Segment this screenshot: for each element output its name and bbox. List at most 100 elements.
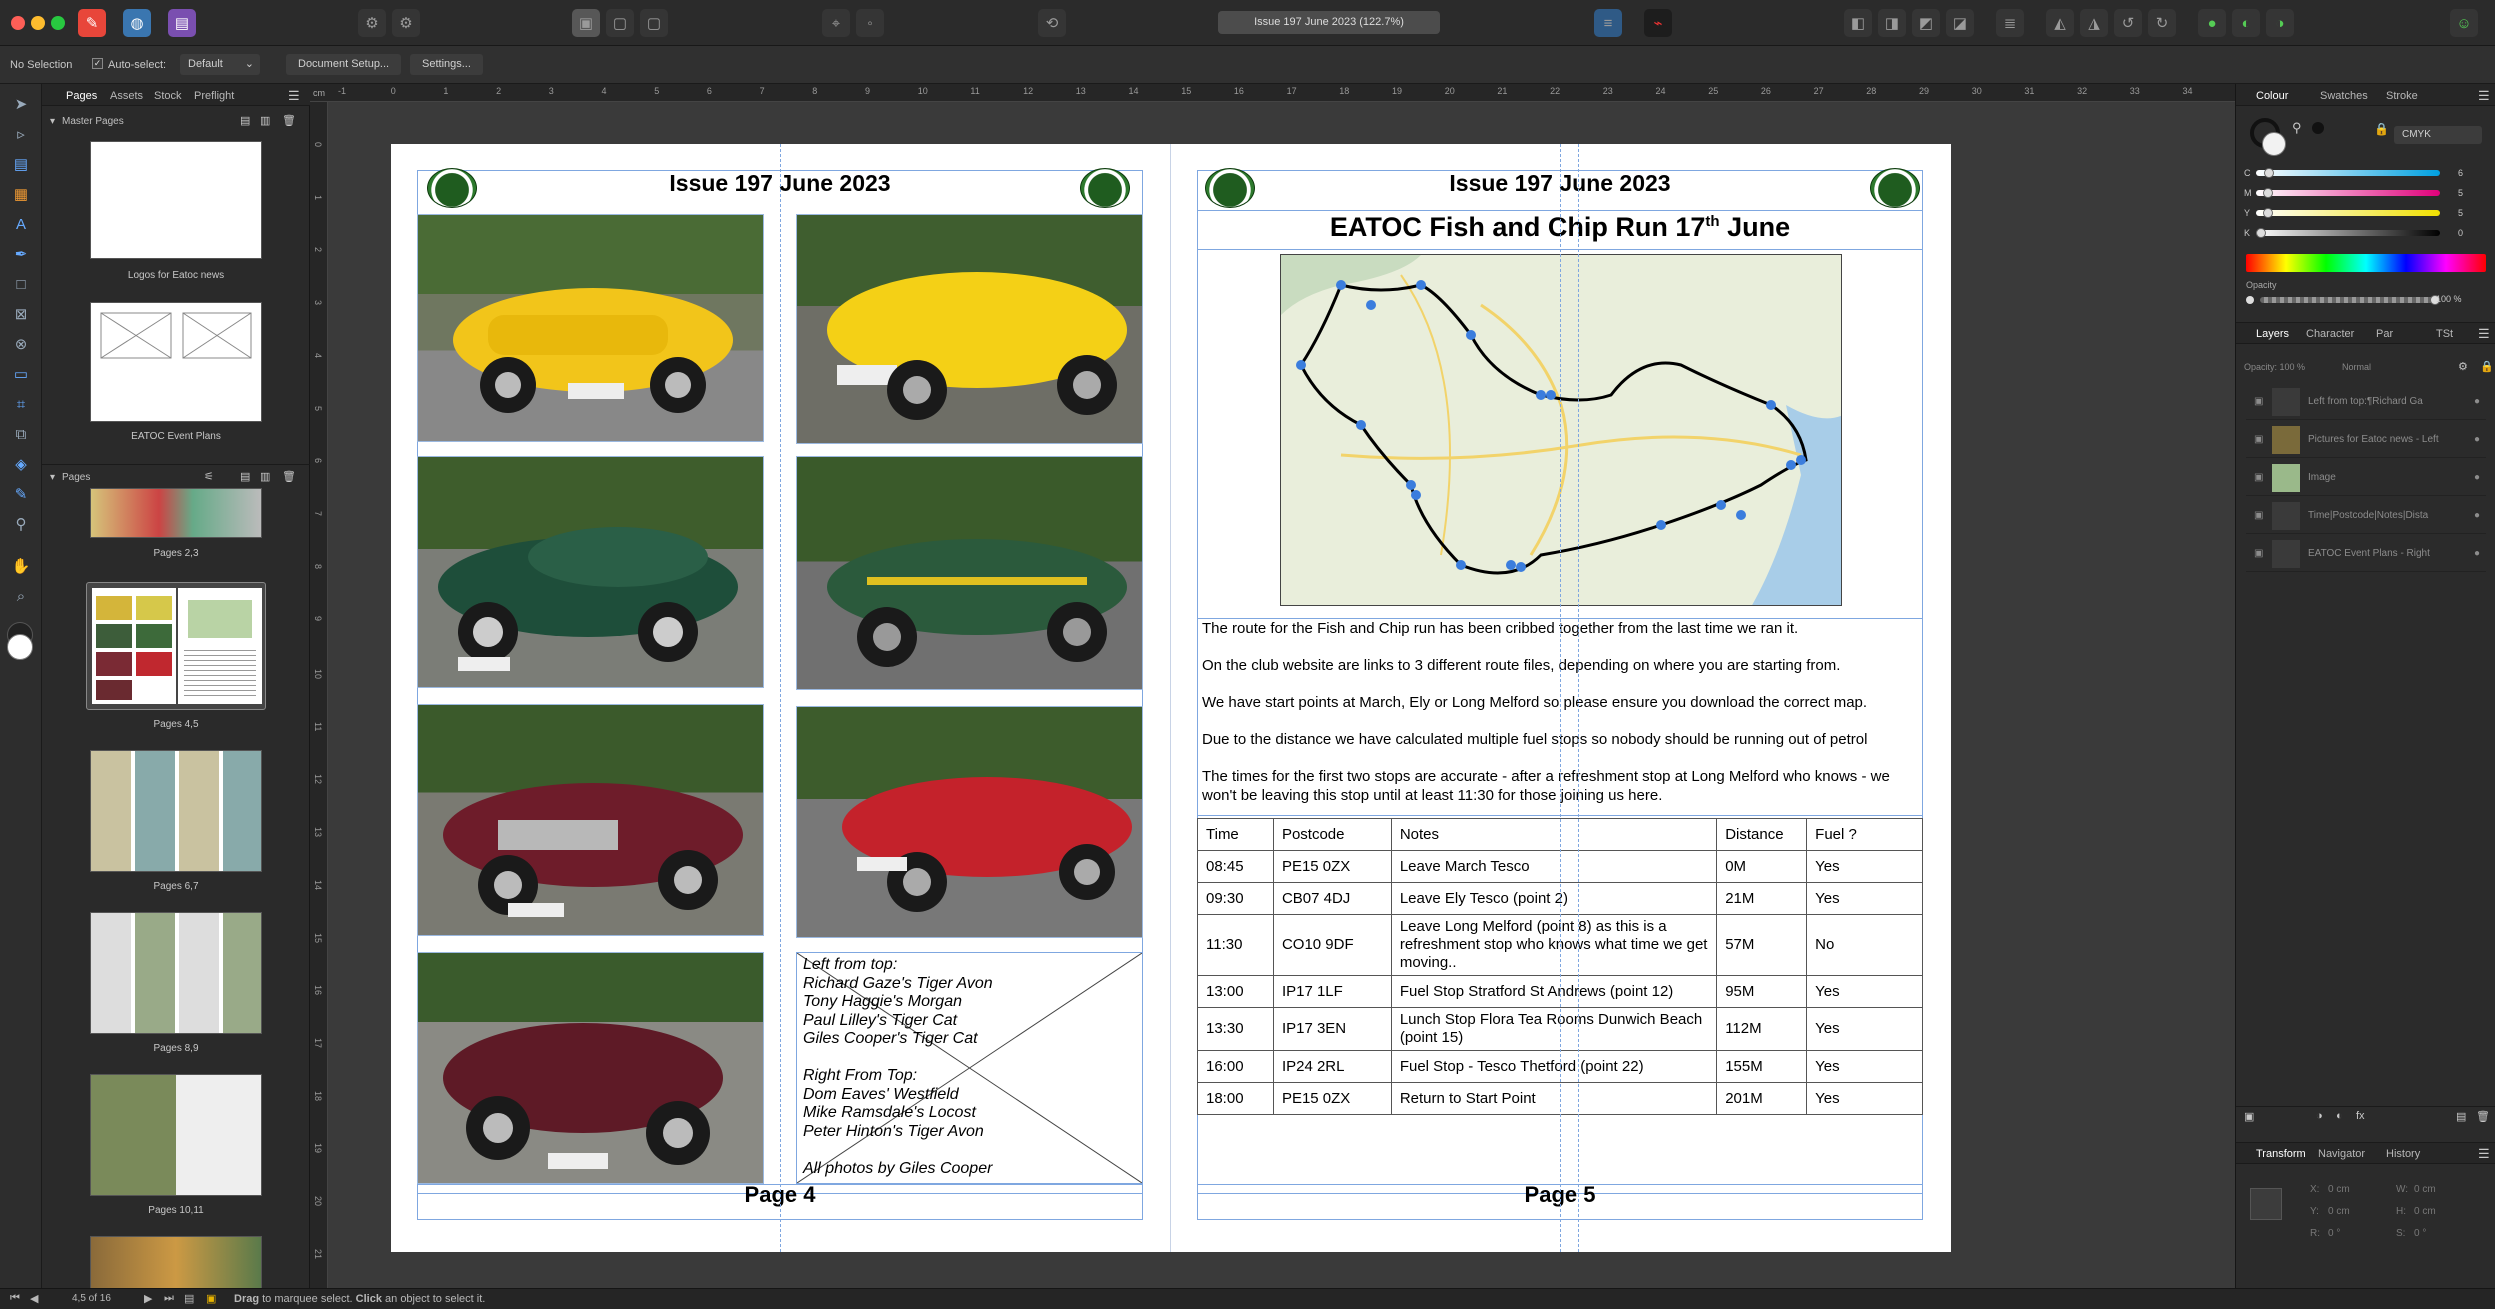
autoselect-checkbox[interactable]: ✓ xyxy=(92,58,103,69)
snap-icon[interactable]: ◦ xyxy=(856,9,884,37)
layer-visible-dot[interactable]: ● xyxy=(2474,434,2480,445)
lock-icon[interactable]: 🔒 xyxy=(2374,122,2389,136)
layer-visible-dot[interactable]: ● xyxy=(2474,472,2480,483)
add-page-icon[interactable]: ▤ xyxy=(240,470,250,483)
bleed-mode-icon[interactable]: ▢ xyxy=(640,9,668,37)
tab-colour[interactable]: Colour xyxy=(2256,90,2288,102)
document-setup-button[interactable]: Document Setup... xyxy=(286,54,402,75)
page-view-icon[interactable]: ▤ xyxy=(184,1292,194,1305)
table-cell[interactable]: Yes xyxy=(1806,882,1923,915)
table-cell[interactable]: No xyxy=(1806,914,1923,976)
opacity-knob[interactable] xyxy=(2246,296,2254,304)
photo-persona-icon[interactable]: ◍ xyxy=(123,9,151,37)
hand-tool-icon[interactable]: ✋ xyxy=(9,554,33,578)
duplicate-page-icon[interactable]: ▥ xyxy=(260,470,270,483)
table-cell[interactable]: Fuel Stop Stratford St Andrews (point 12… xyxy=(1390,975,1718,1008)
photo-westfield-yellow[interactable] xyxy=(796,214,1143,444)
preview-mode-icon[interactable]: ▢ xyxy=(606,9,634,37)
frame-text-tool-icon[interactable]: ▤ xyxy=(9,152,33,176)
layer-visible-dot[interactable]: ● xyxy=(2474,548,2480,559)
move-to-front-icon[interactable]: ◧ xyxy=(1844,9,1872,37)
duplicate-master-icon[interactable]: ▥ xyxy=(260,114,270,127)
page-thumb-6-7[interactable] xyxy=(90,750,262,872)
black-slider[interactable] xyxy=(2256,228,2440,238)
black-swatch[interactable] xyxy=(2312,122,2324,134)
tab-assets[interactable]: Assets xyxy=(110,90,143,102)
master-thumb-logos[interactable] xyxy=(90,141,262,259)
fx-icon[interactable]: fx xyxy=(2356,1110,2365,1122)
table-cell[interactable]: 11:30 xyxy=(1197,914,1274,976)
tab-preflight[interactable]: Preflight xyxy=(194,90,234,102)
photo-tiger-avon-red[interactable] xyxy=(796,706,1143,938)
place-image-tool-icon[interactable]: ▭ xyxy=(9,362,33,386)
lock-icon[interactable]: 🔒 xyxy=(2480,360,2494,373)
autoselect-dropdown[interactable]: Default ⌄ xyxy=(180,54,260,75)
ellipse-frame-tool-icon[interactable]: ⊗ xyxy=(9,332,33,356)
panel-menu-icon[interactable]: ☰ xyxy=(2478,88,2490,104)
r-value[interactable]: 0 ° xyxy=(2328,1228,2340,1239)
panel-menu-icon[interactable]: ☰ xyxy=(288,88,300,104)
page-thumb-12-13[interactable] xyxy=(90,1236,262,1288)
visibility-icon[interactable]: ▣ xyxy=(2254,434,2263,445)
snapping-magnet-icon[interactable]: ⌁ xyxy=(1644,9,1672,37)
panel-menu-icon[interactable]: ☰ xyxy=(2478,1146,2490,1162)
photo-tiger-cat-maroon-2[interactable] xyxy=(417,952,764,1184)
move-tool-icon[interactable]: ➤ xyxy=(9,92,33,116)
color-picker-icon[interactable]: ⚲ xyxy=(2292,120,2302,136)
node-tool-icon[interactable]: ▹ xyxy=(9,122,33,146)
y-value[interactable]: 0 cm xyxy=(2328,1206,2350,1217)
table-tool-icon[interactable]: ▦ xyxy=(9,182,33,206)
magenta-slider[interactable] xyxy=(2256,188,2440,198)
photo-morgan-green[interactable] xyxy=(417,456,764,688)
table-cell[interactable]: IP17 3EN xyxy=(1272,1007,1392,1051)
visibility-icon[interactable]: ▣ xyxy=(2254,548,2263,559)
zoom-tool-icon[interactable]: ⌕ xyxy=(9,584,33,608)
cyan-slider[interactable] xyxy=(2256,168,2440,178)
slider-knob[interactable] xyxy=(2263,208,2273,218)
table-cell[interactable]: 16:00 xyxy=(1197,1050,1274,1083)
table-cell[interactable]: PE15 0ZX xyxy=(1272,850,1392,883)
yellow-value[interactable]: 5 xyxy=(2458,208,2463,218)
link-icon[interactable]: ⟲ xyxy=(1038,9,1066,37)
slider-knob[interactable] xyxy=(2264,168,2274,178)
next-page-icon[interactable]: ▶ xyxy=(144,1292,152,1305)
fill-color-well[interactable] xyxy=(2262,132,2286,156)
boolean-add-icon[interactable]: ● xyxy=(2198,9,2226,37)
layer-row[interactable]: ▣ Image ● xyxy=(2246,460,2486,496)
page-thumb-10-11[interactable] xyxy=(90,1074,262,1196)
boolean-intersect-icon[interactable]: ◑ xyxy=(2266,9,2294,37)
layer-row[interactable]: ▣ Time|Postcode|Notes|Dista ● xyxy=(2246,498,2486,534)
table-cell[interactable]: PE15 0ZX xyxy=(1272,1082,1392,1115)
duplicate-layer-icon[interactable]: ▤ xyxy=(2456,1110,2466,1123)
table-cell[interactable]: Yes xyxy=(1806,1007,1923,1051)
rotate-left-icon[interactable]: ↺ xyxy=(2114,9,2142,37)
settings-button[interactable]: Settings... xyxy=(410,54,483,75)
panel-menu-icon[interactable]: ☰ xyxy=(2478,326,2490,342)
layer-row[interactable]: ▣ EATOC Event Plans - Right ● xyxy=(2246,536,2486,572)
table-cell[interactable]: 95M xyxy=(1716,975,1808,1008)
tab-stock[interactable]: Stock xyxy=(154,90,182,102)
table-cell[interactable]: Yes xyxy=(1806,1050,1923,1083)
fill-tool-icon[interactable]: ◈ xyxy=(9,452,33,476)
fill-color-swatch[interactable] xyxy=(7,634,33,660)
boolean-subtract-icon[interactable]: ◐ xyxy=(2232,9,2260,37)
table-cell[interactable]: Leave Long Melford (point 8) as this is … xyxy=(1390,914,1718,976)
text-frame-icon[interactable]: ≡ xyxy=(1594,9,1622,37)
tab-history[interactable]: History xyxy=(2386,1148,2420,1160)
visibility-icon[interactable]: ▣ xyxy=(2254,510,2263,521)
crop-tool-icon[interactable]: ⧉ xyxy=(9,422,33,446)
delete-master-icon[interactable]: 🗑 xyxy=(282,114,296,127)
photo-tiger-avon-yellow[interactable] xyxy=(417,214,764,442)
slider-knob[interactable] xyxy=(2256,228,2266,238)
anchor-point-selector[interactable] xyxy=(2250,1188,2282,1220)
account-icon[interactable]: ☺ xyxy=(2450,9,2478,37)
photo-tiger-cat-maroon[interactable] xyxy=(417,704,764,936)
column-guide[interactable] xyxy=(1578,144,1579,1252)
add-layer-icon[interactable]: ▣ xyxy=(2244,1110,2254,1123)
table-cell[interactable]: 08:45 xyxy=(1197,850,1274,883)
layers-opacity[interactable]: Opacity: 100 % xyxy=(2244,362,2305,372)
tab-layers[interactable]: Layers xyxy=(2256,328,2289,340)
collapse-arrow-icon[interactable]: ▾ xyxy=(50,116,55,127)
table-cell[interactable]: Lunch Stop Flora Tea Rooms Dunwich Beach… xyxy=(1390,1007,1718,1051)
table-cell[interactable]: Return to Start Point xyxy=(1390,1082,1718,1115)
